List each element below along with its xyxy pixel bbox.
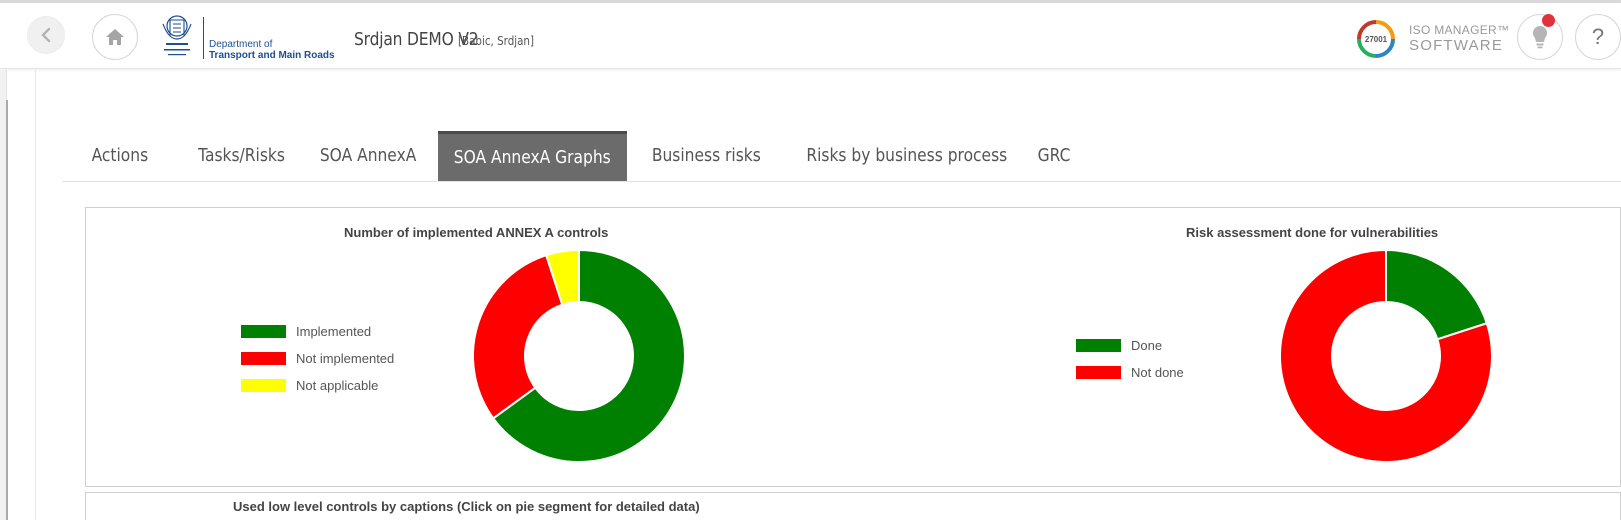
legend-swatch bbox=[241, 325, 286, 338]
app-header: Department of Transport and Main Roads S… bbox=[0, 3, 1621, 69]
chart3-title: Used low level controls by captions (Cli… bbox=[233, 499, 700, 514]
chart2-title: Risk assessment done for vulnerabilities bbox=[1186, 225, 1439, 240]
chart1-title: Number of implemented ANNEX A controls bbox=[344, 225, 609, 240]
legend-swatch bbox=[1076, 339, 1121, 352]
tips-button[interactable] bbox=[1517, 14, 1563, 60]
iso-badge-number: 27001 bbox=[1365, 35, 1388, 44]
chart2-legend-not-done[interactable]: Not done bbox=[1076, 365, 1184, 380]
tab-soa-annexa[interactable]: SOA AnnexA bbox=[305, 131, 432, 181]
charts-panel: Number of implemented ANNEX A controls I… bbox=[85, 207, 1621, 487]
chart1-legend-implemented[interactable]: Implemented bbox=[241, 324, 371, 339]
tab-risks-by-business-process[interactable]: Risks by business process bbox=[790, 131, 1008, 181]
home-button[interactable] bbox=[92, 14, 138, 60]
legend-swatch bbox=[1076, 366, 1121, 379]
legend-swatch bbox=[241, 352, 286, 365]
chart1-slice-not-implemented[interactable] bbox=[474, 253, 564, 420]
chart2-legend-done[interactable]: Done bbox=[1076, 338, 1162, 353]
department-name-line2: Transport and Main Roads bbox=[209, 50, 335, 61]
chart1-legend-not-implemented[interactable]: Not implemented bbox=[241, 351, 394, 366]
iso-brand-top: ISO MANAGER™ bbox=[1409, 23, 1510, 37]
iso-ring-icon: 27001 bbox=[1357, 20, 1395, 58]
tab-tasks-risks[interactable]: Tasks/Risks bbox=[177, 131, 305, 181]
tab-business-risks[interactable]: Business risks bbox=[630, 131, 783, 181]
tab-actions[interactable]: Actions bbox=[62, 131, 177, 181]
back-button[interactable] bbox=[27, 16, 65, 54]
help-button[interactable]: ? bbox=[1575, 14, 1621, 60]
legend-swatch bbox=[241, 379, 286, 392]
logo-separator bbox=[203, 17, 204, 59]
department-name-line1: Department of bbox=[209, 39, 273, 50]
chart1-legend-not-applicable[interactable]: Not applicable bbox=[241, 378, 378, 393]
current-user: [Babic, Srdjan] bbox=[458, 34, 535, 48]
tab-soa-annexa-graphs[interactable]: SOA AnnexA Graphs bbox=[438, 131, 627, 181]
home-icon bbox=[106, 29, 124, 45]
question-icon: ? bbox=[1591, 24, 1605, 49]
tab-bar: Actions Tasks/Risks SOA AnnexA SOA Annex… bbox=[62, 131, 1621, 182]
notification-badge bbox=[1542, 14, 1555, 27]
captions-chart-panel: Used low level controls by captions (Cli… bbox=[85, 492, 1621, 520]
chevron-left-icon bbox=[41, 27, 51, 43]
left-sidebar-scrollbar[interactable] bbox=[6, 100, 8, 520]
chart1-donut[interactable] bbox=[474, 248, 714, 488]
queensland-crest-icon bbox=[162, 15, 192, 56]
content-left-rail bbox=[35, 70, 36, 520]
lightbulb-icon bbox=[1532, 25, 1548, 49]
iso-brand-bottom: SOFTWARE bbox=[1409, 37, 1504, 54]
tab-grc[interactable]: GRC bbox=[1018, 131, 1090, 181]
chart2-donut[interactable] bbox=[1281, 248, 1521, 488]
chart2-slice-done[interactable] bbox=[1385, 248, 1489, 341]
